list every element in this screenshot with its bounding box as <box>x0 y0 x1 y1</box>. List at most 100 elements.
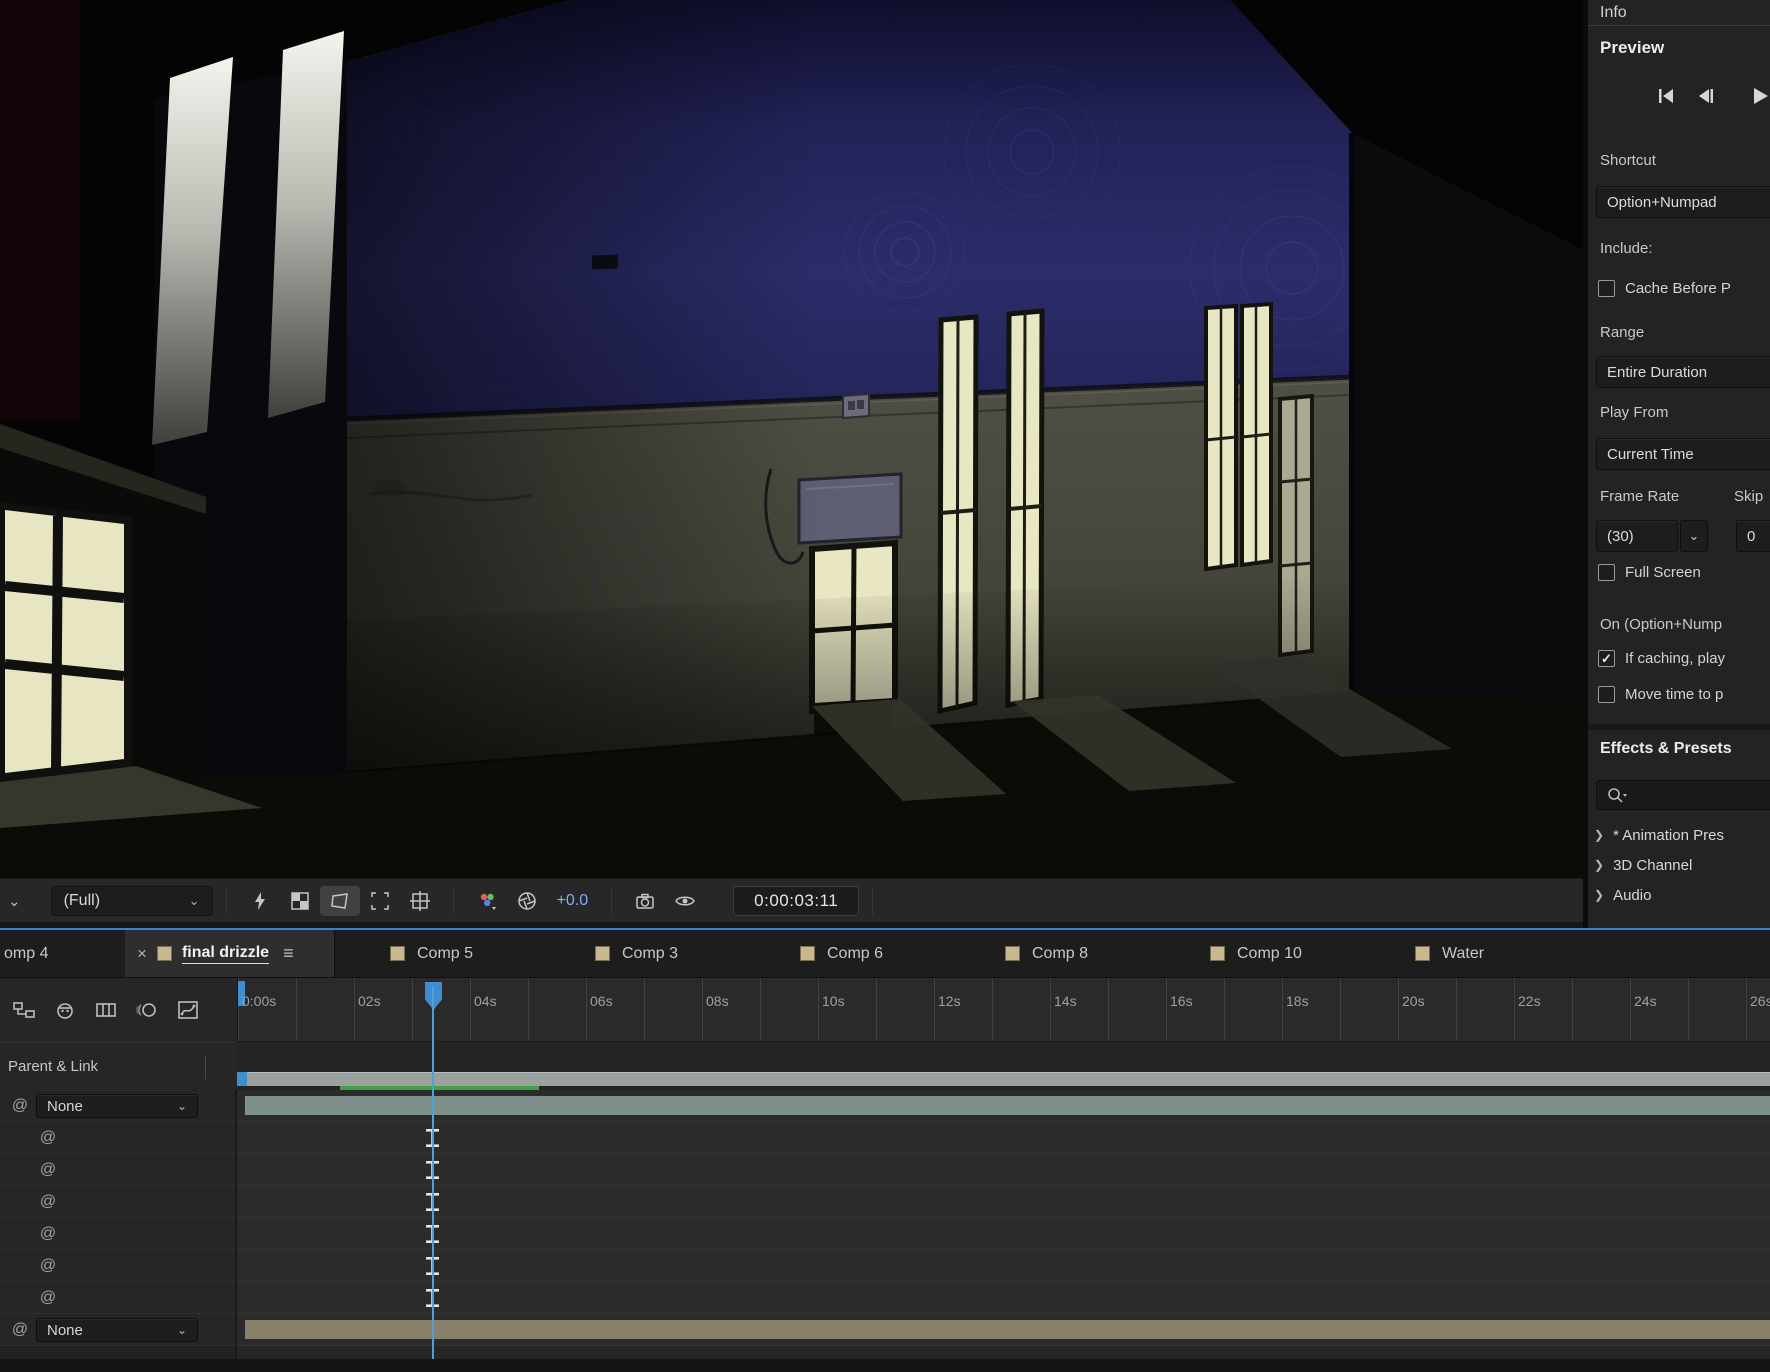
current-timecode[interactable]: 0:00:03:11 <box>733 886 859 916</box>
reset-exposure-button[interactable] <box>507 886 547 916</box>
layer-lane[interactable] <box>237 1218 1770 1250</box>
if-caching-checkbox[interactable] <box>1598 650 1615 667</box>
chevron-right-icon[interactable]: ❯ <box>1594 888 1604 902</box>
shy-button[interactable] <box>47 992 83 1028</box>
close-tab-icon[interactable]: × <box>137 944 147 964</box>
take-snapshot-button[interactable] <box>625 886 665 916</box>
pick-whip-icon[interactable]: @ <box>38 1192 58 1212</box>
tab-label: omp 4 <box>4 945 48 963</box>
tab-info[interactable]: Info <box>1600 0 1627 25</box>
cache-before-checkbox[interactable] <box>1598 280 1615 297</box>
layer-lane[interactable] <box>237 1186 1770 1218</box>
comp-mini-flowchart-button[interactable] <box>6 992 42 1028</box>
region-of-interest-button[interactable] <box>360 886 400 916</box>
frame-rate-chevron-button[interactable]: ⌄ <box>1680 520 1708 552</box>
tab-label: Water <box>1442 945 1484 963</box>
comp-icon <box>1210 946 1225 961</box>
pick-whip-icon[interactable]: @ <box>38 1288 58 1308</box>
tab-comp-6[interactable]: Comp 6 <box>800 930 950 977</box>
effects-search-input[interactable] <box>1596 780 1770 810</box>
layer-lane[interactable] <box>237 1154 1770 1186</box>
layer-lane[interactable] <box>237 1122 1770 1154</box>
tab-preview[interactable]: Preview <box>1600 38 1664 58</box>
work-area-left-handle[interactable] <box>237 1072 247 1086</box>
tab-comp-5[interactable]: Comp 5 <box>390 930 540 977</box>
grid-guides-button[interactable] <box>400 886 440 916</box>
frame-blending-button[interactable] <box>88 992 124 1028</box>
effects-category-row[interactable]: ❯ Audio <box>1588 880 1770 910</box>
mask-visibility-button[interactable] <box>320 886 360 916</box>
timeline-panel: omp 4 × final drizzle ≡ Comp 5 Comp 3 Comp 6 Co… <box>0 930 1770 1372</box>
include-label: Include: <box>1600 240 1653 257</box>
tab-omp-4[interactable]: omp 4 <box>0 930 125 977</box>
effects-category-row[interactable]: ❯ * Animation Pres <box>1588 820 1770 850</box>
chevron-right-icon[interactable]: ❯ <box>1594 828 1604 842</box>
playhead-line[interactable] <box>432 986 434 1372</box>
layer-lanes <box>237 1090 1770 1372</box>
camera-icon <box>634 890 656 912</box>
chevron-right-icon[interactable]: ❯ <box>1594 858 1604 872</box>
layer-duration-bar[interactable] <box>245 1096 1770 1115</box>
first-frame-button[interactable] <box>1654 84 1678 113</box>
pick-whip-icon[interactable]: @ <box>10 1096 30 1116</box>
panel-menu-icon[interactable]: ≡ <box>283 943 294 964</box>
comp-icon <box>595 946 610 961</box>
exposure-value[interactable]: +0.0 <box>557 892 589 910</box>
tab-comp-8[interactable]: Comp 8 <box>1005 930 1155 977</box>
ruler-label: 22s <box>1518 993 1541 1009</box>
layer-lane[interactable] <box>237 1250 1770 1282</box>
effects-category-label: * Animation Pres <box>1613 827 1724 844</box>
time-ruler[interactable]: 0:00s02s04s06s08s10s12s14s16s18s20s22s24… <box>237 978 1770 1042</box>
tab-comp-10[interactable]: Comp 10 <box>1210 930 1360 977</box>
channel-settings-button[interactable] <box>467 886 507 916</box>
tab-water[interactable]: Water <box>1415 930 1565 977</box>
fast-previews-button[interactable] <box>240 886 280 916</box>
ruler-label: 08s <box>706 993 729 1009</box>
shortcut-dropdown[interactable]: Option+Numpad <box>1596 186 1770 218</box>
tab-final-drizzle[interactable]: × final drizzle ≡ <box>125 930 335 977</box>
composition-canvas[interactable] <box>0 0 1583 878</box>
layer-lane[interactable] <box>237 1314 1770 1346</box>
effects-category-label: Audio <box>1613 887 1651 904</box>
ruler-label: 06s <box>590 993 613 1009</box>
layer-duration-bar[interactable] <box>245 1320 1770 1339</box>
pick-whip-icon[interactable]: @ <box>38 1160 58 1180</box>
ruler-label: 14s <box>1054 993 1077 1009</box>
graph-editor-button[interactable] <box>170 992 206 1028</box>
resolution-dropdown[interactable]: (Full) ⌄ <box>51 886 213 916</box>
previous-frame-button[interactable] <box>1694 84 1718 113</box>
motion-blur-button[interactable] <box>129 992 165 1028</box>
play-from-dropdown[interactable]: Current Time <box>1596 438 1770 470</box>
pick-whip-icon[interactable]: @ <box>38 1256 58 1276</box>
composition-viewport[interactable] <box>0 0 1583 878</box>
full-screen-checkbox[interactable] <box>1598 564 1615 581</box>
timeline-toolbar <box>0 978 237 1042</box>
parent-dropdown[interactable]: None⌄ <box>36 1094 198 1118</box>
if-caching-row: If caching, play <box>1598 650 1770 667</box>
skip-label: Skip <box>1734 488 1763 505</box>
pick-whip-icon[interactable]: @ <box>38 1128 58 1148</box>
play-button[interactable] <box>1748 84 1770 113</box>
frame-rate-dropdown[interactable]: (30) <box>1596 520 1678 552</box>
parent-dropdown[interactable]: None⌄ <box>36 1318 198 1342</box>
transparency-grid-button[interactable] <box>280 886 320 916</box>
show-snapshot-button[interactable] <box>665 886 705 916</box>
tab-label: final drizzle <box>182 944 269 964</box>
magnification-dropdown-chevron-icon[interactable]: ⌄ <box>8 892 21 910</box>
ruler-label: 16s <box>1170 993 1193 1009</box>
pick-whip-icon[interactable]: @ <box>10 1320 30 1340</box>
tab-effects-presets[interactable]: Effects & Presets <box>1600 740 1732 758</box>
range-dropdown[interactable]: Entire Duration <box>1596 356 1770 388</box>
tab-comp-3[interactable]: Comp 3 <box>595 930 745 977</box>
pick-whip-icon[interactable]: @ <box>38 1224 58 1244</box>
work-area-bar[interactable] <box>237 1072 1770 1086</box>
layer-lane[interactable] <box>237 1282 1770 1314</box>
layer-lane[interactable] <box>237 1090 1770 1122</box>
search-icon <box>1605 785 1627 805</box>
skip-input[interactable]: 0 <box>1736 520 1770 552</box>
tab-label: Comp 6 <box>827 945 883 963</box>
region-icon <box>369 890 391 912</box>
move-time-checkbox[interactable] <box>1598 686 1615 703</box>
motion-blur-icon <box>135 998 159 1022</box>
effects-category-row[interactable]: ❯3D Channel <box>1588 850 1770 880</box>
